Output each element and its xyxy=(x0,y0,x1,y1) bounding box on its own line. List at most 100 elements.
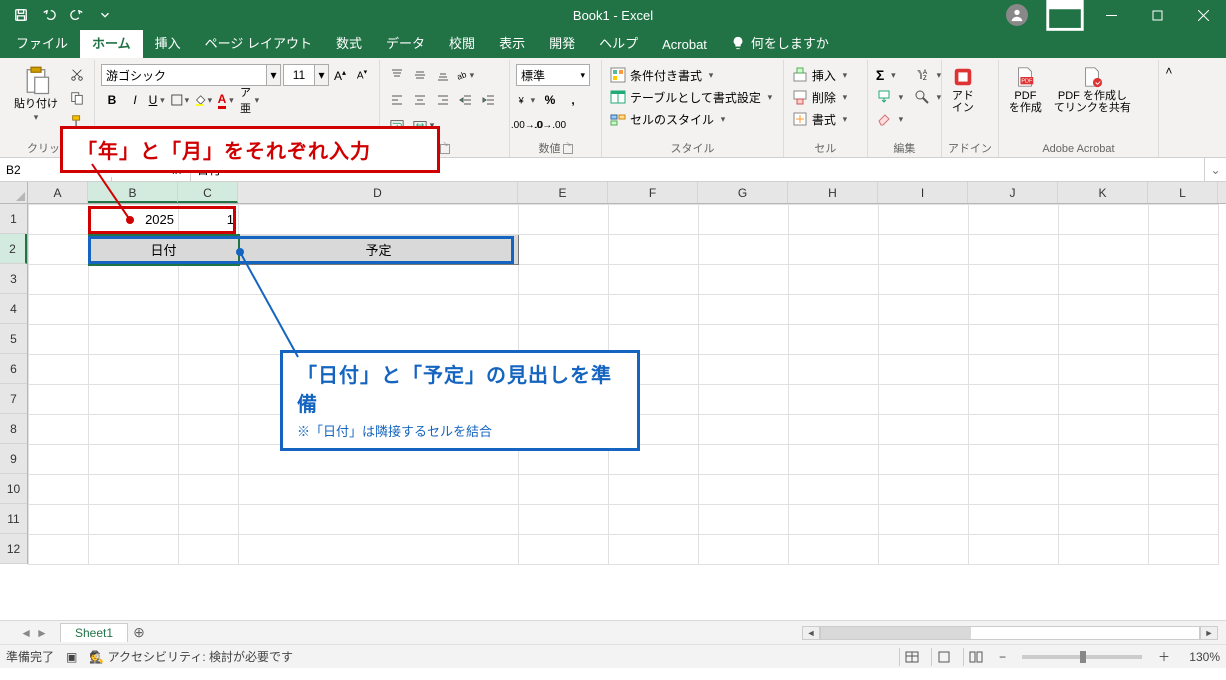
underline-button[interactable]: U xyxy=(147,89,169,111)
cell-C3[interactable] xyxy=(179,265,239,295)
cell-J10[interactable] xyxy=(969,475,1059,505)
cell-K3[interactable] xyxy=(1059,265,1149,295)
col-header-F[interactable]: F xyxy=(608,182,698,203)
col-header-L[interactable]: L xyxy=(1148,182,1218,203)
cell-I10[interactable] xyxy=(879,475,969,505)
view-page-layout-button[interactable] xyxy=(931,648,957,666)
cell-I6[interactable] xyxy=(879,355,969,385)
tab-view[interactable]: 表示 xyxy=(487,29,537,58)
cell-J4[interactable] xyxy=(969,295,1059,325)
tab-developer[interactable]: 開発 xyxy=(537,29,587,58)
cell-L9[interactable] xyxy=(1149,445,1219,475)
increase-font-button[interactable]: A▴ xyxy=(329,64,351,86)
cell-E11[interactable] xyxy=(519,505,609,535)
autosum-button[interactable]: Σ xyxy=(874,64,900,86)
row-header-2[interactable]: 2 xyxy=(0,234,27,264)
cell-C6[interactable] xyxy=(179,355,239,385)
font-color-button[interactable]: A xyxy=(216,89,238,111)
cell-B1[interactable]: 2025 xyxy=(89,205,179,235)
align-right-button[interactable] xyxy=(432,89,454,111)
align-bottom-button[interactable] xyxy=(432,64,454,86)
select-all-corner[interactable] xyxy=(0,182,28,204)
tab-file[interactable]: ファイル xyxy=(4,29,80,58)
row-header-9[interactable]: 9 xyxy=(0,444,27,474)
cell-H2[interactable] xyxy=(789,235,879,265)
qat-customize-button[interactable] xyxy=(92,2,118,28)
cell-H9[interactable] xyxy=(789,445,879,475)
cell-I11[interactable] xyxy=(879,505,969,535)
cell-H8[interactable] xyxy=(789,415,879,445)
cell-G4[interactable] xyxy=(699,295,789,325)
cell-I1[interactable] xyxy=(879,205,969,235)
cell-J2[interactable] xyxy=(969,235,1059,265)
number-format-select[interactable]: 標準▾ xyxy=(516,64,590,86)
cell-F2[interactable] xyxy=(609,235,699,265)
cell-L8[interactable] xyxy=(1149,415,1219,445)
cell-L2[interactable] xyxy=(1149,235,1219,265)
copy-button[interactable] xyxy=(66,87,88,109)
tab-acrobat[interactable]: Acrobat xyxy=(650,33,719,58)
cell-G9[interactable] xyxy=(699,445,789,475)
cell-A8[interactable] xyxy=(29,415,89,445)
cell-D11[interactable] xyxy=(239,505,519,535)
cell-H1[interactable] xyxy=(789,205,879,235)
cell-C10[interactable] xyxy=(179,475,239,505)
cell-F12[interactable] xyxy=(609,535,699,565)
comma-format-button[interactable]: , xyxy=(562,89,584,111)
find-select-button[interactable] xyxy=(912,86,946,108)
cell-A6[interactable] xyxy=(29,355,89,385)
cell-J9[interactable] xyxy=(969,445,1059,475)
cell-C5[interactable] xyxy=(179,325,239,355)
hscroll-track[interactable] xyxy=(820,626,1200,640)
cell-C4[interactable] xyxy=(179,295,239,325)
cell-H6[interactable] xyxy=(789,355,879,385)
fill-color-button[interactable] xyxy=(193,89,215,111)
tab-data[interactable]: データ xyxy=(374,29,437,58)
cell-E1[interactable] xyxy=(519,205,609,235)
cell-K12[interactable] xyxy=(1059,535,1149,565)
cell-J8[interactable] xyxy=(969,415,1059,445)
cell-K2[interactable] xyxy=(1059,235,1149,265)
hscroll-right[interactable]: ► xyxy=(1200,626,1218,640)
row-header-4[interactable]: 4 xyxy=(0,294,27,324)
maximize-button[interactable] xyxy=(1134,0,1180,30)
cell-I3[interactable] xyxy=(879,265,969,295)
paste-button[interactable]: 貼り付け xyxy=(10,64,62,125)
cell-C8[interactable] xyxy=(179,415,239,445)
cell-F4[interactable] xyxy=(609,295,699,325)
phonetic-button[interactable]: ア亜 xyxy=(239,89,261,111)
collapse-ribbon-button[interactable]: ˄ xyxy=(1159,60,1179,157)
cell-H7[interactable] xyxy=(789,385,879,415)
cell-A12[interactable] xyxy=(29,535,89,565)
format-cells-button[interactable]: 書式 xyxy=(790,108,852,130)
cell-G1[interactable] xyxy=(699,205,789,235)
cell-B5[interactable] xyxy=(89,325,179,355)
cell-E10[interactable] xyxy=(519,475,609,505)
zoom-in-button[interactable]: ＋ xyxy=(1154,648,1174,665)
cell-I9[interactable] xyxy=(879,445,969,475)
align-center-button[interactable] xyxy=(409,89,431,111)
cell-G3[interactable] xyxy=(699,265,789,295)
italic-button[interactable]: I xyxy=(124,89,146,111)
cell-F1[interactable] xyxy=(609,205,699,235)
insert-cells-button[interactable]: 挿入 xyxy=(790,64,852,86)
cell-J11[interactable] xyxy=(969,505,1059,535)
cell-A1[interactable] xyxy=(29,205,89,235)
cell-A4[interactable] xyxy=(29,295,89,325)
cell-K6[interactable] xyxy=(1059,355,1149,385)
cell-A3[interactable] xyxy=(29,265,89,295)
cell-A2[interactable] xyxy=(29,235,89,265)
share-pdf-button[interactable]: PDF を作成し てリンクを共有 xyxy=(1050,64,1135,116)
font-size-dropdown[interactable]: ▾ xyxy=(315,64,329,86)
cell-C7[interactable] xyxy=(179,385,239,415)
cell-C9[interactable] xyxy=(179,445,239,475)
cell-K10[interactable] xyxy=(1059,475,1149,505)
cell-L6[interactable] xyxy=(1149,355,1219,385)
accounting-format-button[interactable]: ¥ xyxy=(516,89,538,111)
cell-K9[interactable] xyxy=(1059,445,1149,475)
create-pdf-button[interactable]: PDF PDF を作成 xyxy=(1005,64,1046,116)
tab-review[interactable]: 校閲 xyxy=(437,29,487,58)
zoom-out-button[interactable]: − xyxy=(995,650,1010,664)
cell-D4[interactable] xyxy=(239,295,519,325)
row-header-8[interactable]: 8 xyxy=(0,414,27,444)
